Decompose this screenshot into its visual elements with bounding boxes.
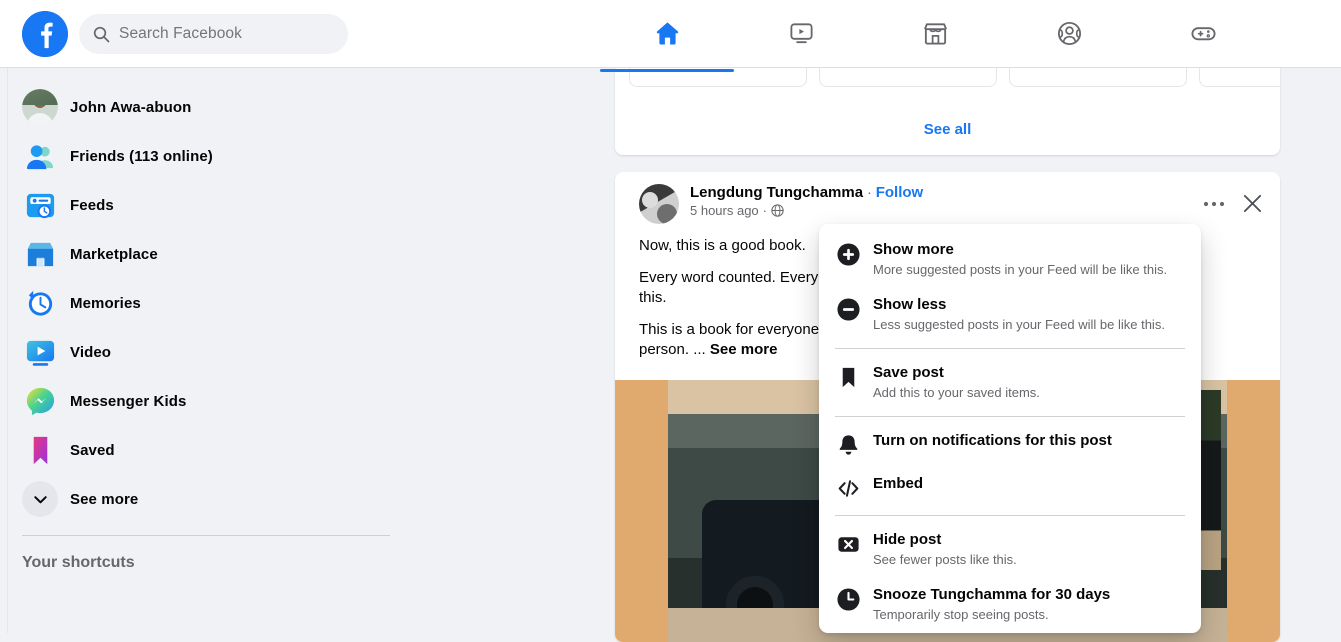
user-avatar: [22, 89, 58, 125]
primary-nav-tabs: [600, 0, 1300, 72]
menu-item-subtitle: More suggested posts in your Feed will b…: [873, 262, 1168, 277]
feeds-icon: [22, 187, 58, 223]
post-options-menu: Show more More suggested posts in your F…: [819, 224, 1201, 633]
sidebar-item-messenger-kids[interactable]: Messenger Kids: [10, 379, 392, 423]
menu-item-hide-post[interactable]: Hide post See fewer posts like this.: [827, 522, 1193, 577]
sidebar-item-saved[interactable]: Saved: [10, 428, 392, 472]
post-paragraph-3-end: person. ...: [639, 341, 706, 358]
post-header-actions: [1203, 192, 1264, 215]
menu-item-subtitle: Temporarily stop seeing posts.: [873, 607, 1049, 622]
ellipsis-icon: [1203, 201, 1225, 206]
menu-divider: [835, 416, 1185, 417]
sidebar-item-memories[interactable]: Memories: [10, 281, 392, 325]
bookmark-icon: [835, 364, 861, 390]
menu-item-title: Save post: [873, 364, 944, 381]
marketplace-icon: [22, 236, 58, 272]
menu-item-subtitle: Less suggested posts in your Feed will b…: [873, 317, 1165, 332]
minus-circle-icon: [835, 296, 861, 322]
nav-tab-groups[interactable]: [1002, 5, 1136, 63]
post-author-name[interactable]: Lengdung Tungchamma: [690, 184, 863, 201]
post-paragraph-2-end: this.: [639, 289, 667, 306]
menu-item-subtitle: See fewer posts like this.: [873, 552, 1017, 567]
menu-item-title: Show less: [873, 296, 947, 313]
post-meta-separator: ·: [762, 203, 768, 218]
friends-icon: [22, 138, 58, 174]
home-icon: [656, 22, 678, 45]
sidebar-item-label: Memories: [70, 294, 141, 312]
search-placeholder: Search Facebook: [119, 25, 242, 43]
menu-item-title: Show more: [873, 241, 954, 258]
hide-x-icon: [835, 531, 861, 557]
sidebar-item-video[interactable]: Video: [10, 330, 392, 374]
menu-item-save-post[interactable]: Save post Add this to your saved items.: [827, 355, 1193, 410]
post-paragraph-2-start: Every word counted. Every: [639, 269, 819, 286]
post-more-options-button[interactable]: [1203, 200, 1225, 208]
plus-circle-icon: [835, 241, 861, 267]
sidebar-item-label: Saved: [70, 441, 115, 459]
facebook-logo-icon: [22, 11, 68, 57]
video-icon: [22, 334, 58, 370]
sidebar-item-label: Feeds: [70, 196, 114, 214]
post-timestamp[interactable]: 5 hours ago: [690, 203, 759, 218]
sidebar-divider: [22, 535, 390, 536]
sidebar-item-label: Video: [70, 343, 112, 361]
sidebar-scrollbar[interactable]: [0, 68, 8, 633]
sidebar-item-friends[interactable]: Friends (113 online): [10, 134, 392, 178]
menu-item-title: Hide post: [873, 531, 942, 548]
see-all-button[interactable]: See all: [615, 121, 1280, 138]
sidebar-item-see-more[interactable]: See more: [10, 477, 392, 521]
search-input[interactable]: Search Facebook: [79, 14, 348, 54]
sidebar-item-feeds[interactable]: Feeds: [10, 183, 392, 227]
post-paragraph-3-start: This is a book for everyone: [639, 321, 820, 338]
clock-icon: [835, 586, 861, 612]
post-author-avatar[interactable]: [639, 184, 679, 224]
menu-item-title: Snooze Tungchamma for 30 days: [873, 586, 1111, 603]
nav-tab-gaming[interactable]: [1136, 5, 1270, 63]
bell-icon: [835, 432, 861, 458]
nav-tab-home[interactable]: [600, 5, 734, 72]
left-sidebar: John Awa-abuon Friends (113 online) Feed…: [0, 68, 400, 633]
chevron-down-icon: [22, 481, 58, 517]
sidebar-item-label: Messenger Kids: [70, 392, 187, 410]
menu-item-title: Embed: [873, 475, 924, 492]
your-shortcuts-heading: Your shortcuts: [22, 554, 135, 571]
globe-icon[interactable]: [771, 204, 784, 217]
menu-item-snooze[interactable]: Snooze Tungchamma for 30 days Temporaril…: [827, 577, 1193, 632]
menu-item-show-more[interactable]: Show more More suggested posts in your F…: [827, 232, 1193, 287]
marketplace-icon: [923, 23, 947, 45]
menu-divider: [835, 515, 1185, 516]
nav-tab-marketplace[interactable]: [868, 5, 1002, 63]
messenger-kids-icon: [22, 383, 58, 419]
menu-item-turn-on-notifications[interactable]: Turn on notifications for this post: [827, 423, 1193, 466]
gaming-icon: [1190, 27, 1216, 41]
post-meta: 5 hours ago ·: [690, 203, 923, 218]
search-icon: [93, 26, 110, 42]
menu-item-embed[interactable]: Embed: [827, 466, 1193, 509]
video-icon: [789, 23, 813, 44]
nav-tab-video[interactable]: [734, 5, 868, 63]
post-header: Lengdung Tungchamma · Follow 5 hours ago…: [615, 172, 1280, 224]
post-name-separator: ·: [867, 184, 872, 200]
menu-item-subtitle: Add this to your saved items.: [873, 385, 1040, 400]
facebook-logo[interactable]: [22, 11, 68, 57]
sidebar-item-label: John Awa-abuon: [70, 98, 192, 116]
sidebar-item-profile[interactable]: John Awa-abuon: [10, 85, 392, 129]
menu-item-show-less[interactable]: Show less Less suggested posts in your F…: [827, 287, 1193, 342]
embed-code-icon: [835, 475, 861, 501]
memories-icon: [22, 285, 58, 321]
menu-item-title: Turn on notifications for this post: [873, 432, 1112, 449]
follow-button[interactable]: Follow: [876, 184, 924, 201]
sidebar-item-label: Marketplace: [70, 245, 158, 263]
close-icon: [1243, 194, 1262, 213]
sidebar-item-label: Friends (113 online): [70, 147, 213, 165]
sidebar-item-label: See more: [70, 490, 139, 508]
sidebar-item-marketplace[interactable]: Marketplace: [10, 232, 392, 276]
groups-icon: [1057, 21, 1081, 46]
top-navigation-bar: Search Facebook: [0, 0, 1341, 72]
post-close-button[interactable]: [1241, 192, 1264, 215]
post-see-more-button[interactable]: See more: [710, 341, 778, 358]
saved-icon: [22, 432, 58, 468]
menu-divider: [835, 348, 1185, 349]
